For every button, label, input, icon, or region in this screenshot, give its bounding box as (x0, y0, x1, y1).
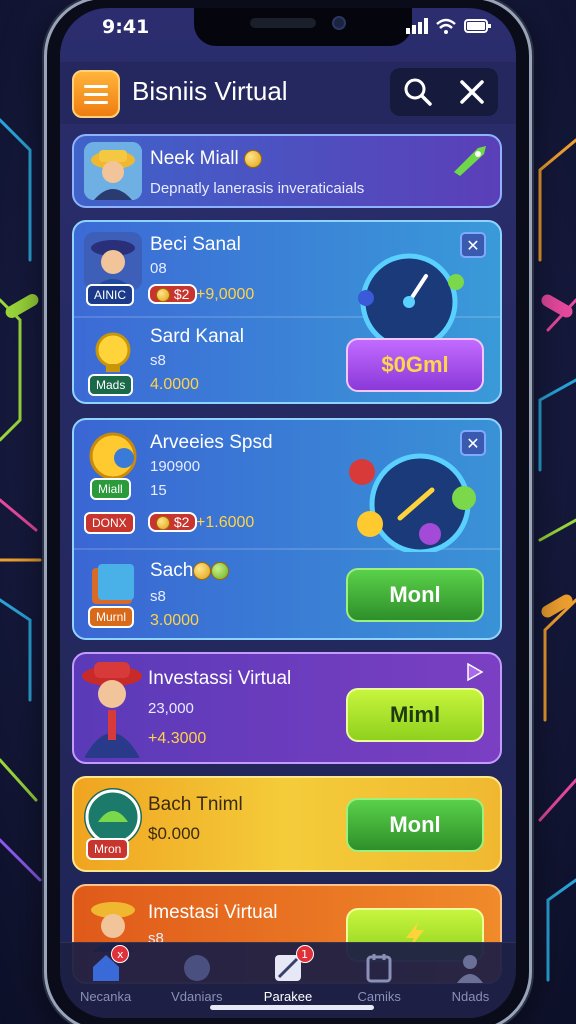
card-name: Investassi Virtual (148, 668, 292, 689)
card-name: Bach Tniml (148, 794, 243, 815)
profile-icon (457, 955, 484, 983)
business-card-double[interactable]: Miall DONX Arveeies Spsd 190900 15 $2 +1… (72, 418, 502, 640)
card-name: Beci Sanal (150, 234, 241, 255)
home-indicator[interactable] (210, 1005, 374, 1010)
nav-label: Necanka (79, 989, 132, 1004)
card-value: 15 (150, 482, 167, 499)
status-time: 9:41 (102, 16, 150, 38)
avatar (78, 658, 146, 758)
gauge-icon (358, 253, 464, 338)
business-card[interactable]: Mron Bach Tniml $0.000 Monl (72, 776, 502, 872)
app-screen: 9:41 Bisniis Virtual Neek Miall Depnatly… (60, 8, 516, 1018)
trophy-icon (84, 322, 142, 380)
card-amount: +4.3000 (148, 730, 207, 747)
bottom-navigation: x Necanka Vdaniars 1 Parakee Camiks Ndad… (60, 942, 516, 1018)
search-icon[interactable] (403, 77, 433, 107)
nav-label: Camiks (357, 989, 401, 1004)
card-amount: +9,0000 (196, 286, 255, 303)
card-value: 190900 (150, 458, 201, 475)
business-card-double[interactable]: AINIC Beci Sanal 08 $2 +9,0000 Mads Sard… (72, 220, 502, 404)
signal-icon (406, 18, 428, 34)
status-badge: DONX (84, 512, 135, 534)
collect-button[interactable]: Monl (346, 798, 484, 852)
card-value: 23,000 (148, 700, 194, 717)
card-name: Imestasi Virtual (148, 902, 278, 923)
card-name: Neek Miall (150, 148, 262, 170)
menu-button[interactable] (72, 70, 120, 118)
notification-badge: x (111, 945, 130, 963)
nav-label: Parakee (263, 989, 313, 1004)
status-bar: 9:41 (60, 8, 516, 48)
notch (194, 8, 412, 46)
card-name: Sard Kanal (150, 326, 245, 347)
collect-button[interactable]: Miml (346, 688, 484, 742)
status-icons (406, 18, 492, 34)
card-amount: 4.0000 (150, 376, 199, 393)
play-icon[interactable] (464, 662, 484, 682)
nav-item-profile[interactable]: Ndads (425, 943, 516, 1018)
card-value: 08 (150, 260, 167, 277)
status-badge: Mads (88, 374, 134, 396)
card-value: s8 (150, 352, 166, 369)
chip-badge: $2 (148, 512, 198, 533)
nav-label: Ndads (451, 989, 490, 1004)
card-amount: +1.6000 (196, 514, 255, 531)
coin-icon (211, 561, 230, 580)
card-subtitle: Depnatly lanerasis inveraticaials (150, 180, 365, 197)
avatar (84, 232, 142, 290)
dial-icon (349, 453, 476, 552)
calendar-icon (366, 954, 392, 983)
coin-icon (193, 561, 212, 580)
status-badge: AINIC (86, 284, 135, 306)
status-badge: Miall (90, 478, 131, 500)
status-badge: Murnl (88, 606, 135, 628)
collect-button[interactable]: Monl (346, 568, 484, 622)
card-value: $0.000 (148, 824, 200, 843)
status-badge: Mron (86, 838, 130, 860)
avatar (84, 142, 142, 200)
header-actions (390, 68, 498, 116)
business-card[interactable]: Investassi Virtual 23,000 +4.3000 Miml (72, 652, 502, 764)
collect-button[interactable]: $0Gml (346, 338, 484, 392)
wifi-icon (436, 18, 456, 34)
card-name: Arveeies Spsd (150, 432, 273, 453)
app-header: Bisniis Virtual (60, 62, 516, 124)
battery-icon (464, 19, 491, 33)
close-icon[interactable] (459, 79, 485, 105)
coin-icon (243, 149, 262, 168)
chip-badge: $2 (148, 284, 198, 305)
card-amount: 3.0000 (150, 612, 199, 629)
business-card-profile[interactable]: Neek Miall Depnatly lanerasis inveratica… (72, 134, 502, 208)
globe-icon (183, 955, 210, 981)
nav-label: Vdaniars (171, 989, 223, 1004)
page-title: Bisniis Virtual (132, 76, 288, 106)
rocket-icon (454, 146, 486, 176)
notification-badge: 1 (295, 945, 314, 963)
nav-item-home[interactable]: x Necanka (60, 943, 151, 1018)
card-name: Sach (150, 560, 230, 582)
card-value: s8 (150, 588, 166, 605)
